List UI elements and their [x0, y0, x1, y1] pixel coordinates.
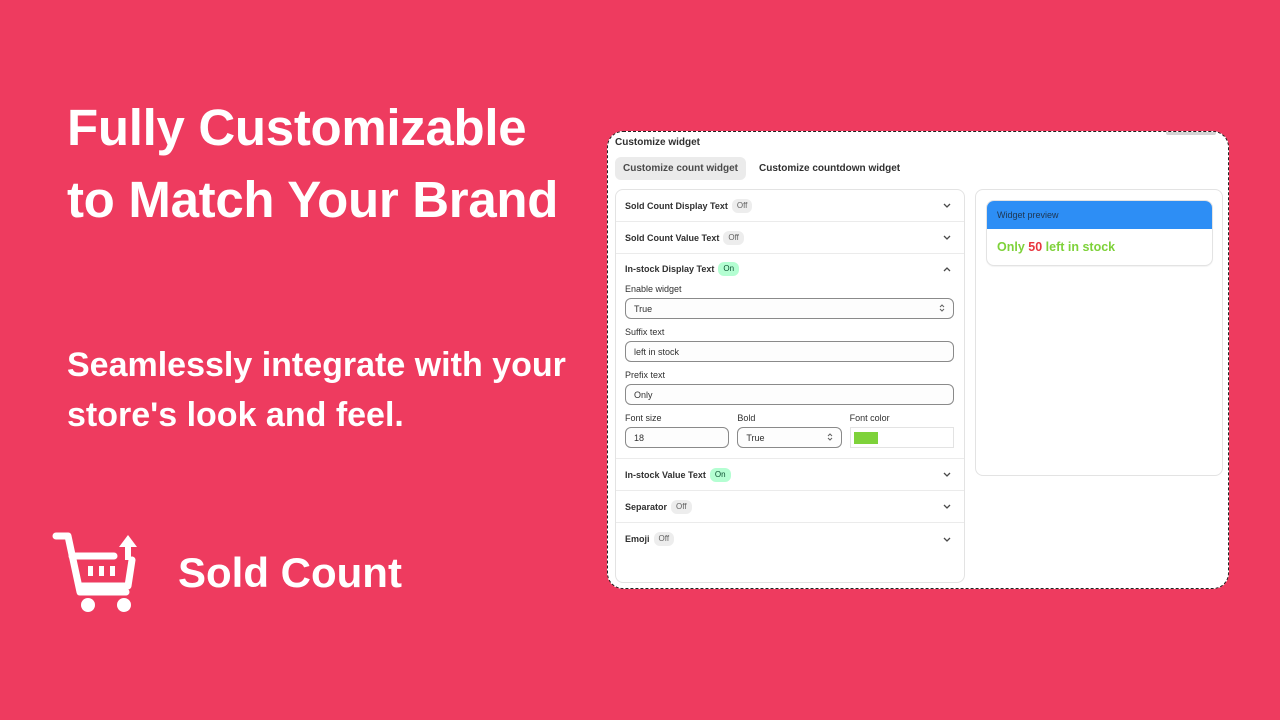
- section-label: In-stock Value Text: [625, 469, 706, 480]
- section-label: In-stock Display Text: [625, 264, 715, 274]
- select-arrows-icon: [827, 432, 833, 443]
- section-label: Separator: [625, 501, 668, 512]
- bold-select[interactable]: True: [737, 427, 842, 448]
- suffix-text-input[interactable]: left in stock: [625, 341, 954, 362]
- preview-value: 50: [1028, 240, 1043, 254]
- enable-widget-select[interactable]: True: [625, 298, 954, 319]
- hero-subtitle: Seamlessly integrate with your store's l…: [67, 346, 566, 434]
- widget-preview-header: Widget preview: [987, 201, 1212, 229]
- customize-widget-window: Customize widget Customize count widget …: [607, 131, 1229, 589]
- brand-name: Sold Count: [178, 549, 402, 596]
- preview-suffix: left in stock: [1045, 240, 1116, 254]
- section-label: Sold Count Display Text: [625, 200, 728, 211]
- chevron-up-icon[interactable]: [942, 264, 952, 274]
- widget-preview-text: Only 50 left in stock: [987, 229, 1212, 254]
- status-badge: Off: [731, 198, 753, 213]
- select-arrows-icon: [939, 303, 945, 314]
- bold-value: True: [746, 432, 765, 443]
- window-title: Customize widget: [615, 137, 701, 148]
- chevron-down-icon[interactable]: [942, 534, 952, 544]
- font-color-swatch[interactable]: [853, 431, 878, 444]
- enable-widget-label: Enable widget: [625, 284, 682, 294]
- tab-customize-count-widget[interactable]: Customize count widget: [615, 157, 746, 180]
- chevron-down-icon[interactable]: [942, 201, 952, 211]
- status-badge: On: [718, 262, 740, 276]
- section-emoji[interactable]: Emoji Off: [616, 523, 964, 555]
- scrollbar[interactable]: [1166, 132, 1216, 135]
- brand-logo: Sold Count: [52, 530, 402, 614]
- section-label: Emoji: [625, 534, 650, 544]
- section-in-stock-display-text[interactable]: In-stock Display Text On: [616, 254, 964, 284]
- chevron-down-icon[interactable]: [942, 233, 952, 243]
- preview-prefix: Only: [997, 240, 1025, 254]
- prefix-text-label: Prefix text: [625, 370, 666, 380]
- section-sold-count-value-text[interactable]: Sold Count Value Text Off: [616, 222, 964, 254]
- in-stock-display-settings: Enable widget True Suffix text left in s…: [616, 284, 964, 459]
- chevron-down-icon[interactable]: [942, 470, 952, 480]
- status-badge: On: [709, 467, 731, 482]
- tab-bar: Customize count widget Customize countdo…: [615, 157, 913, 180]
- font-color-label: Font color: [849, 413, 890, 423]
- status-badge: Off: [653, 532, 675, 546]
- widget-preview-card: Widget preview Only 50 left in stock: [986, 200, 1213, 266]
- font-color-picker[interactable]: [849, 427, 954, 448]
- suffix-text-label: Suffix text: [625, 327, 665, 337]
- status-badge: Off: [671, 499, 692, 514]
- bold-label: Bold: [737, 413, 756, 423]
- prefix-text-input[interactable]: Only: [625, 384, 954, 405]
- section-separator[interactable]: Separator Off: [616, 491, 964, 523]
- enable-widget-value: True: [634, 303, 653, 314]
- status-badge: Off: [723, 230, 744, 245]
- tab-customize-countdown-widget[interactable]: Customize countdown widget: [751, 157, 908, 180]
- chevron-down-icon[interactable]: [942, 502, 952, 512]
- font-size-label: Font size: [625, 413, 662, 423]
- section-label: Sold Count Value Text: [625, 232, 720, 243]
- section-in-stock-value-text[interactable]: In-stock Value Text On: [616, 459, 964, 491]
- section-sold-count-display-text[interactable]: Sold Count Display Text Off: [616, 190, 964, 222]
- font-size-input[interactable]: 18: [625, 427, 730, 448]
- settings-panel: Sold Count Display Text Off Sold Count V…: [615, 189, 965, 583]
- preview-panel: Widget preview Only 50 left in stock: [975, 189, 1223, 476]
- cart-upload-icon: [52, 532, 137, 612]
- hero-title: Fully Customizable to Match Your Brand: [67, 99, 559, 228]
